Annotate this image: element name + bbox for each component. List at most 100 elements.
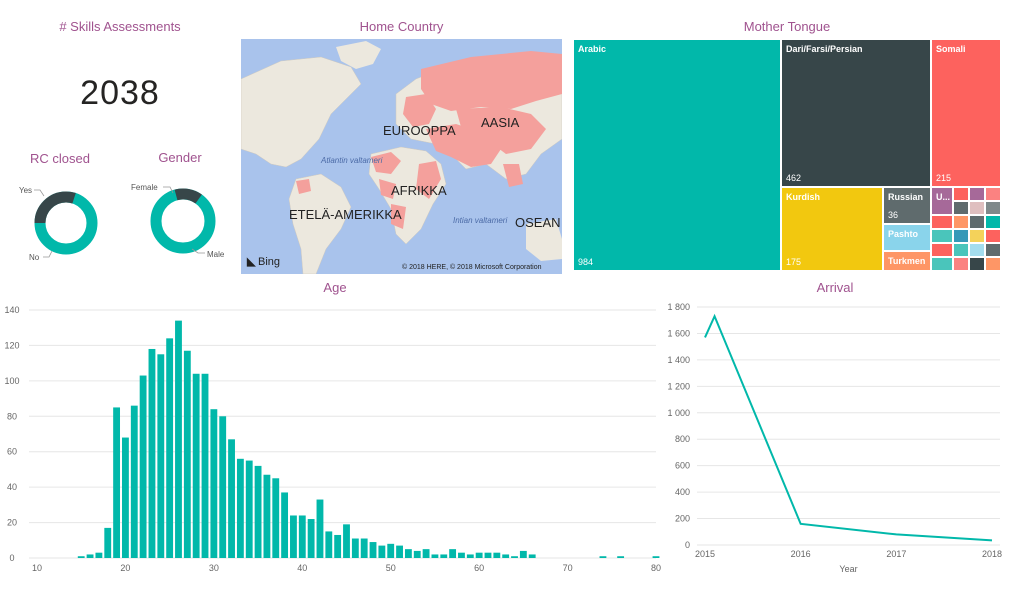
treemap-cell-small[interactable]	[931, 215, 953, 229]
age-bar[interactable]	[325, 531, 333, 558]
treemap-cell-small[interactable]	[969, 201, 985, 215]
age-bar[interactable]	[77, 556, 85, 558]
age-bar[interactable]	[236, 458, 244, 558]
age-bar[interactable]	[360, 538, 368, 558]
treemap-cell-small[interactable]	[985, 187, 1001, 201]
age-bar[interactable]	[652, 556, 660, 558]
age-bar[interactable]	[617, 556, 625, 558]
age-bar[interactable]	[166, 338, 174, 558]
age-bar[interactable]	[511, 556, 518, 558]
gender-title: Gender	[158, 150, 202, 165]
treemap-cell-small[interactable]	[985, 215, 1001, 229]
treemap-cell-small[interactable]	[985, 229, 1001, 243]
treemap-cell-small[interactable]	[985, 257, 1001, 271]
age-bar[interactable]	[157, 354, 165, 558]
treemap-cell-arabic[interactable]: Arabic 984	[573, 39, 781, 271]
age-bar[interactable]	[130, 405, 138, 558]
age-bar[interactable]	[440, 554, 448, 558]
age-x-tick: 20	[120, 563, 130, 573]
treemap-cell-pashto[interactable]: Pashto	[883, 224, 931, 251]
arrival-x-tick: 2016	[791, 549, 811, 559]
age-bar[interactable]	[502, 554, 510, 558]
age-bar[interactable]	[298, 515, 306, 558]
treemap-cell-small[interactable]	[969, 229, 985, 243]
age-bar[interactable]	[307, 519, 315, 558]
mother-tongue-treemap[interactable]: Arabic 984 Dari/Farsi/Persian 462 Somali…	[573, 39, 1001, 271]
treemap-cell-small[interactable]	[953, 243, 969, 257]
age-bar[interactable]	[343, 524, 350, 558]
rc-closed-donut[interactable]: Yes No	[5, 172, 115, 272]
treemap-cell-small[interactable]	[969, 243, 985, 257]
treemap-cell-small[interactable]	[931, 257, 953, 271]
gender-donut[interactable]: Female Male	[120, 172, 240, 272]
treemap-cell-somali[interactable]: Somali 215	[931, 39, 1001, 187]
age-bar[interactable]	[351, 538, 359, 558]
treemap-cell-small[interactable]	[953, 229, 969, 243]
arrival-line[interactable]	[704, 313, 993, 542]
home-country-map[interactable]: EUROOPPA AASIA AFRIKKA ETELÄ-AMERIKKA OS…	[241, 39, 562, 274]
treemap-cell-small[interactable]	[969, 215, 985, 229]
age-bar[interactable]	[599, 556, 607, 558]
age-bar[interactable]	[413, 550, 421, 558]
age-bar[interactable]	[175, 320, 182, 558]
age-bar[interactable]	[122, 437, 129, 558]
age-bar[interactable]	[387, 543, 395, 558]
age-bar[interactable]	[369, 542, 377, 558]
arrival-x-label: Year	[839, 564, 857, 574]
treemap-cell-dari[interactable]: Dari/Farsi/Persian 462	[781, 39, 931, 187]
treemap-cell-kurdish[interactable]: Kurdish 175	[781, 187, 883, 271]
age-bar[interactable]	[493, 552, 501, 558]
age-bar[interactable]	[192, 373, 200, 558]
age-bar[interactable]	[316, 499, 324, 558]
age-bar[interactable]	[528, 554, 536, 558]
age-bar[interactable]	[228, 439, 235, 558]
treemap-cell-u[interactable]: U...	[931, 187, 953, 215]
treemap-cell-russian[interactable]: Russian 36	[883, 187, 931, 224]
age-bar[interactable]	[475, 552, 483, 558]
age-bar[interactable]	[219, 416, 227, 558]
treemap-cell-small[interactable]	[953, 187, 969, 201]
treemap-cell-turkmen[interactable]: Turkmen	[883, 251, 931, 271]
treemap-cell-small[interactable]	[953, 201, 969, 215]
treemap-cell-small[interactable]	[953, 257, 969, 271]
treemap-cell-small[interactable]	[969, 187, 985, 201]
age-bar[interactable]	[263, 474, 271, 558]
age-bar[interactable]	[113, 407, 121, 558]
age-bar[interactable]	[95, 552, 103, 558]
kpi-title: # Skills Assessments	[59, 19, 181, 34]
age-bar[interactable]	[404, 549, 412, 558]
age-bar[interactable]	[484, 552, 492, 558]
age-bar[interactable]	[272, 478, 280, 558]
treemap-cell-small[interactable]	[985, 243, 1001, 257]
treemap-cell-small[interactable]	[953, 215, 969, 229]
age-bar[interactable]	[139, 375, 147, 558]
treemap-cell-small[interactable]	[931, 243, 953, 257]
arrival-chart[interactable]: 0 200 400 600 800 1 000 1 200 1 400 1 600 1 800 20…	[660, 298, 1002, 588]
age-bar[interactable]	[458, 552, 465, 558]
age-bar[interactable]	[245, 460, 253, 558]
age-bar[interactable]	[183, 350, 191, 558]
treemap-name: Kurdish	[786, 192, 821, 202]
age-bar[interactable]	[281, 492, 289, 558]
treemap-value: 984	[578, 257, 594, 267]
age-bar[interactable]	[422, 549, 430, 558]
age-bar[interactable]	[148, 348, 156, 558]
age-bar[interactable]	[290, 515, 297, 558]
age-bar[interactable]	[104, 527, 112, 558]
age-bar[interactable]	[254, 465, 262, 558]
age-bar[interactable]	[201, 373, 209, 558]
age-bar[interactable]	[334, 534, 342, 558]
age-bar[interactable]	[396, 545, 403, 558]
age-bar[interactable]	[210, 409, 218, 558]
age-bar[interactable]	[449, 549, 457, 558]
age-bar[interactable]	[86, 554, 94, 558]
age-bar[interactable]	[378, 545, 386, 558]
treemap-cell-small[interactable]	[931, 229, 953, 243]
age-y-tick: 80	[7, 411, 17, 421]
treemap-cell-small[interactable]	[985, 201, 1001, 215]
age-chart[interactable]: 02040608010012014010 20 30 40 50 60 70 80	[0, 298, 661, 588]
age-bar[interactable]	[431, 554, 439, 558]
age-bar[interactable]	[466, 554, 474, 558]
treemap-cell-small[interactable]	[969, 257, 985, 271]
age-bar[interactable]	[519, 550, 527, 558]
